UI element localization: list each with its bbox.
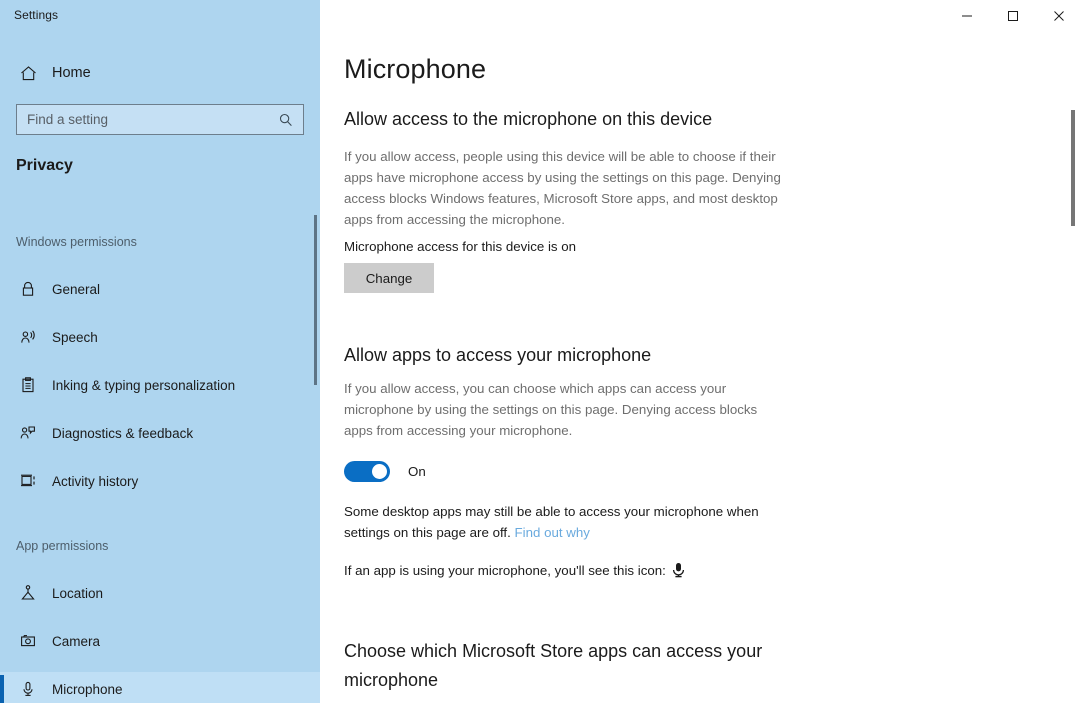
sidebar-item-general[interactable]: General [0,272,320,306]
sidebar-item-speech-label: Speech [52,329,98,345]
minimize-button[interactable] [944,0,990,32]
sidebar-item-inking-typing[interactable]: Inking & typing personalization [0,368,320,402]
close-button[interactable] [1036,0,1082,32]
main-scrollbar-thumb[interactable] [1071,110,1075,226]
sidebar-item-home-label: Home [52,65,91,81]
microphone-icon-note: If an app is using your microphone, you'… [344,560,784,584]
sidebar-item-microphone-label: Microphone [52,681,123,697]
search-icon[interactable] [269,112,303,128]
main-content: Microphone Allow access to the microphon… [320,0,1082,703]
app-title: Settings [14,8,59,22]
change-button[interactable]: Change [344,263,434,293]
sidebar-item-inking-typing-label: Inking & typing personalization [52,377,236,393]
sidebar-group-windows-permissions: Windows permissions [16,235,137,249]
sidebar: Home Privacy Windows permissions General [0,0,320,703]
find-out-why-link[interactable]: Find out why [515,525,590,540]
camera-icon [14,632,42,650]
sidebar-item-activity-history[interactable]: Activity history [0,464,320,498]
sidebar-item-activity-history-label: Activity history [52,473,139,489]
titlebar: Settings [0,0,1082,32]
sidebar-scrollbar-thumb[interactable] [314,215,317,385]
sidebar-item-general-label: General [52,281,101,297]
microphone-icon-note-text: If an app is using your microphone, you'… [344,563,666,578]
activity-icon [14,472,42,490]
device-access-status: Microphone access for this device is on [344,239,577,254]
microphone-icon [672,562,685,584]
feedback-icon [14,424,42,442]
sidebar-group-app-permissions: App permissions [16,539,109,553]
sidebar-item-camera-label: Camera [52,633,101,649]
device-access-heading: Allow access to the microphone on this d… [344,109,713,129]
search-input[interactable] [17,105,269,134]
home-icon [14,64,42,83]
desktop-apps-note: Some desktop apps may still be able to a… [344,501,784,543]
sidebar-item-diagnostics-feedback[interactable]: Diagnostics & feedback [0,416,320,450]
device-access-description: If you allow access, people using this d… [344,149,781,227]
page-section-title: Privacy [16,157,73,174]
apps-access-toggle-label: On [408,464,426,479]
toggle-knob [372,464,387,479]
apps-access-toggle[interactable] [344,461,390,482]
microphone-icon [14,680,42,698]
speech-icon [14,328,42,346]
location-icon [14,584,42,602]
window-controls [944,0,1082,32]
apps-access-description: If you allow access, you can choose whic… [344,381,758,438]
sidebar-item-location[interactable]: Location [0,576,320,610]
sidebar-item-location-label: Location [52,585,104,601]
apps-access-toggle-row: On [344,461,426,482]
clipboard-icon [14,376,42,394]
maximize-button[interactable] [990,0,1036,32]
sidebar-item-camera[interactable]: Camera [0,624,320,658]
apps-access-heading: Allow apps to access your microphone [344,345,652,365]
sidebar-item-microphone[interactable]: Microphone [0,672,320,703]
sidebar-item-home[interactable]: Home [0,57,320,89]
settings-window: Home Privacy Windows permissions General [0,0,1082,703]
page-title: Microphone [344,54,487,84]
store-apps-heading: Choose which Microsoft Store apps can ac… [344,641,763,690]
lock-icon [14,280,42,298]
sidebar-item-diagnostics-feedback-label: Diagnostics & feedback [52,425,194,441]
sidebar-item-speech[interactable]: Speech [0,320,320,354]
search-box[interactable] [16,104,304,135]
